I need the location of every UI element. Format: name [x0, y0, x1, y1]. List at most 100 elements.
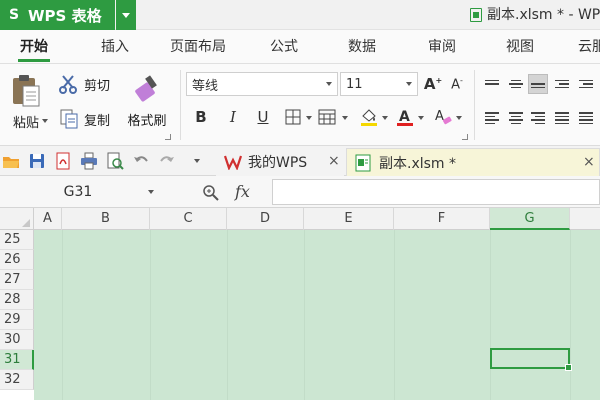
close-icon[interactable]: ×: [328, 153, 340, 169]
row-header-30[interactable]: 30: [0, 330, 34, 350]
ribbon-toolbar: 粘贴 剪切 复制 格式刷 等线 11 A+ A- B I U A A: [0, 64, 600, 146]
tab-review[interactable]: 审阅: [428, 30, 456, 64]
column-header-d[interactable]: D: [227, 208, 304, 230]
increase-font-icon: A+: [423, 75, 443, 93]
customize-quick-access-dropdown[interactable]: [194, 159, 200, 163]
formula-bar: G31 fx: [0, 176, 600, 208]
fill-color-button[interactable]: [358, 106, 380, 128]
font-name-value: 等线: [192, 78, 219, 94]
row-header-29[interactable]: 29: [0, 310, 34, 330]
underline-button[interactable]: U: [252, 106, 274, 128]
column-header-f[interactable]: F: [394, 208, 490, 230]
column-header-g[interactable]: G: [490, 208, 570, 230]
tab-my-wps[interactable]: 我的WPS ×: [216, 148, 344, 176]
merge-dropdown[interactable]: [342, 116, 348, 120]
ribbon-separator: [474, 70, 475, 140]
quick-access-bar: 我的WPS × 副本.xlsm * ×: [0, 146, 600, 176]
grid-line: [62, 230, 63, 400]
scissors-icon: [59, 75, 77, 94]
paste-options-dropdown[interactable]: [42, 119, 48, 123]
app-menu-dropdown[interactable]: [116, 0, 136, 30]
row-header-25[interactable]: 25: [0, 230, 34, 250]
select-all-button[interactable]: [0, 208, 34, 230]
column-header-b[interactable]: B: [62, 208, 150, 230]
eraser-icon: A: [435, 109, 452, 125]
font-color-button[interactable]: A: [394, 106, 416, 128]
row-header-31[interactable]: 31: [0, 350, 34, 370]
tab-view[interactable]: 视图: [506, 30, 534, 64]
decrease-font-button[interactable]: A-: [446, 73, 468, 95]
name-box[interactable]: G31: [0, 180, 156, 204]
align-right-button[interactable]: [528, 108, 548, 128]
column-header-c[interactable]: C: [150, 208, 227, 230]
grid-line: [227, 230, 228, 400]
row-header-26[interactable]: 26: [0, 250, 34, 270]
grid-line: [490, 230, 491, 400]
row-header-28[interactable]: 28: [0, 290, 34, 310]
wps-w-logo-icon: [224, 155, 242, 170]
cut-button[interactable]: 剪切: [58, 74, 110, 94]
chevron-down-icon: [122, 12, 130, 18]
format-painter-button[interactable]: 格式刷: [122, 72, 172, 129]
borders-icon: [285, 109, 301, 125]
export-pdf-icon[interactable]: [54, 152, 72, 170]
font-size-select[interactable]: 11: [340, 72, 418, 96]
tab-my-wps-label: 我的WPS: [248, 155, 308, 171]
distributed-align-button[interactable]: [576, 108, 596, 128]
row-header-32[interactable]: 32: [0, 370, 34, 390]
close-icon[interactable]: ×: [583, 154, 595, 170]
active-cell-g31[interactable]: [490, 348, 572, 371]
border-button[interactable]: [282, 106, 304, 128]
tab-active-document[interactable]: 副本.xlsm * ×: [346, 148, 600, 176]
grid-line: [570, 230, 571, 400]
border-dropdown[interactable]: [306, 116, 312, 120]
name-box-dropdown[interactable]: [148, 190, 154, 194]
font-size-value: 11: [346, 76, 363, 92]
justify-button[interactable]: [552, 108, 572, 128]
paste-button[interactable]: 粘贴: [6, 72, 46, 131]
fill-color-dropdown[interactable]: [382, 116, 388, 120]
align-middle-button[interactable]: [506, 74, 526, 94]
increase-indent-button[interactable]: [576, 74, 596, 94]
tab-page-layout[interactable]: 页面布局: [170, 30, 226, 64]
align-left-button[interactable]: [482, 108, 502, 128]
copy-button[interactable]: 复制: [58, 108, 110, 130]
chevron-down-icon: [406, 82, 412, 86]
cell-grid[interactable]: [34, 230, 600, 400]
tab-home[interactable]: 开始: [18, 30, 50, 64]
clear-dropdown[interactable]: [456, 116, 462, 120]
align-center-button[interactable]: [506, 108, 526, 128]
zoom-formula-icon[interactable]: [202, 184, 220, 202]
formula-input[interactable]: [272, 179, 600, 205]
print-preview-icon[interactable]: [106, 152, 124, 170]
clear-format-button[interactable]: A: [432, 106, 454, 128]
save-icon[interactable]: [28, 152, 46, 170]
align-bottom-button[interactable]: [528, 74, 548, 94]
bold-button[interactable]: B: [190, 106, 212, 128]
app-menu-button[interactable]: S WPS 表格: [0, 0, 115, 30]
undo-icon[interactable]: [132, 152, 150, 170]
column-header-a[interactable]: A: [34, 208, 62, 230]
insert-function-button[interactable]: fx: [235, 182, 250, 201]
tab-formulas[interactable]: 公式: [270, 30, 298, 64]
open-folder-icon[interactable]: [2, 152, 20, 170]
merge-cells-button[interactable]: [316, 106, 338, 128]
clipboard-icon: [13, 75, 40, 107]
font-name-select[interactable]: 等线: [186, 72, 338, 96]
font-color-dropdown[interactable]: [418, 116, 424, 120]
tab-data[interactable]: 数据: [348, 30, 376, 64]
font-group-launcher[interactable]: [462, 134, 468, 140]
decrease-indent-button[interactable]: [552, 74, 572, 94]
print-icon[interactable]: [80, 152, 98, 170]
tab-cloud[interactable]: 云服: [578, 30, 600, 64]
italic-button[interactable]: I: [222, 106, 244, 128]
format-painter-label: 格式刷: [127, 114, 167, 129]
row-header-27[interactable]: 27: [0, 270, 34, 290]
tab-insert[interactable]: 插入: [101, 30, 129, 64]
redo-icon[interactable]: [158, 152, 176, 170]
increase-font-button[interactable]: A+: [422, 73, 444, 95]
align-top-button[interactable]: [482, 74, 502, 94]
column-header-e[interactable]: E: [304, 208, 394, 230]
clipboard-group-launcher[interactable]: [165, 134, 171, 140]
column-header-bar: A B C D E F G: [0, 208, 600, 230]
